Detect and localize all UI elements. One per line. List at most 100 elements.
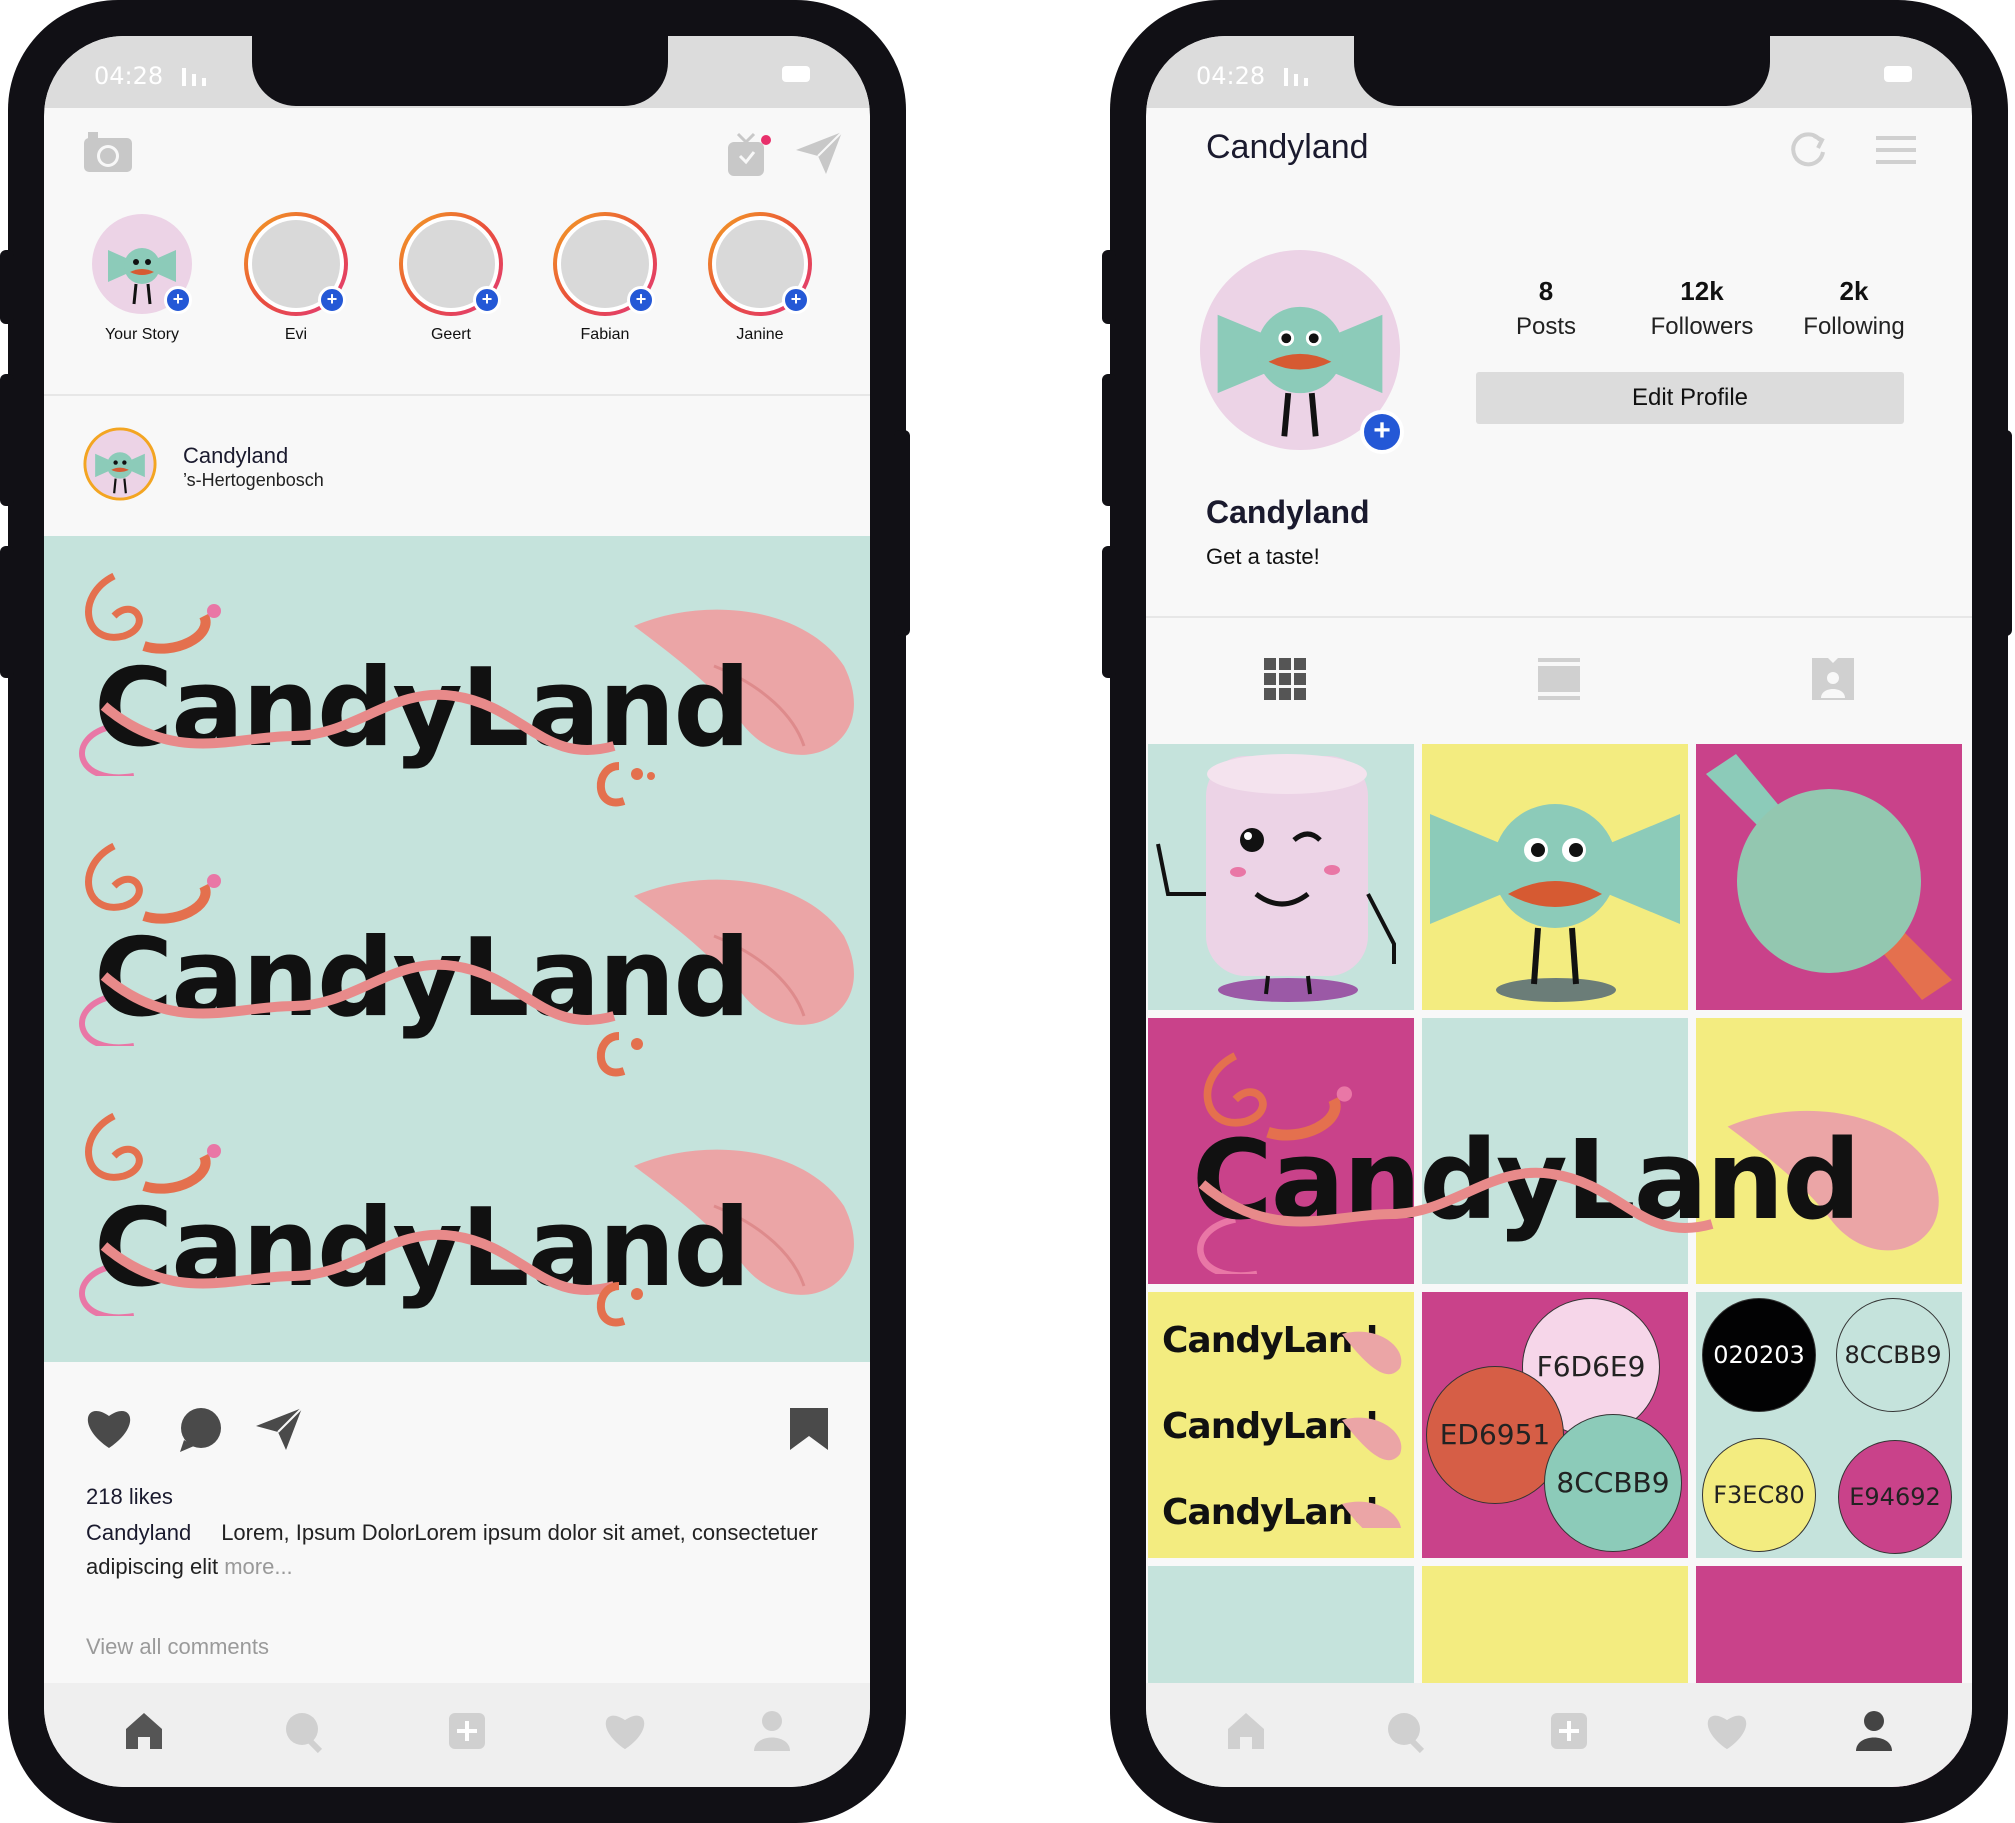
marshmallow-mascot-icon [1156,754,1396,1002]
search-icon[interactable] [284,1711,326,1753]
phone-left: 04:28 + Your Story + Evi + Geert + Fabia… [8,0,906,1823]
post-avatar[interactable] [82,426,158,502]
profile-header-title: Candyland [1206,128,1369,166]
ribbon-decoration-icon [100,959,616,1026]
activity-heart-icon[interactable] [1704,1711,1750,1751]
refresh-icon[interactable] [1788,130,1828,170]
battery-icon [782,66,810,82]
story-your-story[interactable]: + Your Story [80,212,204,344]
add-post-icon[interactable] [447,1711,487,1751]
candy-mascot-icon [1430,804,1680,1002]
home-icon[interactable] [1226,1711,1266,1751]
activity-heart-icon[interactable] [602,1711,648,1751]
stat-value: 12k [1680,276,1724,306]
dot-swirl-icon [596,1282,643,1327]
side-button [0,250,14,324]
post-location[interactable]: ’s-Hertogenbosch [183,470,324,491]
profile-name: Candyland [1206,494,1370,530]
signal-icon [182,68,206,86]
bottom-nav [44,1683,870,1787]
add-story-icon[interactable]: + [164,286,192,314]
stat-followers[interactable]: 12k Followers [1622,276,1782,341]
mini-tongue-icon [1342,1331,1402,1528]
story-label: Evi [284,326,308,343]
story-label: Janine [736,326,784,343]
battery-icon [1884,66,1912,82]
add-icon: + [782,286,810,314]
post-caption: Candyland Lorem, Ipsum DolorLorem ipsum d… [86,1516,846,1584]
caption-username[interactable]: Candyland [86,1520,191,1545]
side-button [1996,430,2012,636]
add-icon: + [318,286,346,314]
likes-count[interactable]: 218 likes [86,1484,173,1510]
grid-post-candy[interactable] [1422,744,1688,1010]
grid-post-palette-a[interactable]: F6D6E9 ED6951 8CCBB9 [1422,1292,1688,1558]
side-button [1102,250,1116,324]
stat-value: 2k [1839,276,1869,306]
logo-band: CandyLand [44,536,870,807]
story-fabian[interactable]: + Fabian [543,212,667,344]
story-janine[interactable]: + Janine [698,212,822,344]
search-icon[interactable] [1386,1711,1428,1753]
swatch-020203: 020203 [1702,1298,1816,1412]
side-button [894,430,910,636]
view-comments-link[interactable]: View all comments [86,1634,269,1660]
swatch-e94692: E94692 [1838,1440,1952,1554]
swatch-8ccbb9: 8CCBB9 [1836,1298,1950,1412]
bottom-nav [1146,1683,1972,1787]
notch [1354,36,1770,106]
stat-value: 8 [1538,276,1554,306]
status-time: 04:28 [1196,62,1266,90]
add-story-icon[interactable]: + [1360,410,1404,454]
heart-icon[interactable] [84,1406,134,1450]
wrapped-candy-icon [1706,754,1952,1000]
story-geert[interactable]: + Geert [389,212,513,344]
add-icon: + [473,286,501,314]
grid-post-marshmallow[interactable] [1148,744,1414,1010]
story-label: Your Story [104,326,180,343]
share-icon[interactable] [254,1406,304,1452]
grid-post-wrapped-candy[interactable] [1696,744,1962,1010]
story-evi[interactable]: + Evi [234,212,358,344]
notch [252,36,668,106]
stat-label: Followers [1650,313,1754,340]
feed-tab-icon[interactable] [1538,658,1580,700]
edit-profile-button[interactable]: Edit Profile [1476,372,1904,424]
menu-icon[interactable] [1876,134,1916,166]
stat-posts[interactable]: 8 Posts [1486,276,1606,341]
add-post-icon[interactable] [1549,1711,1589,1751]
stat-following[interactable]: 2k Following [1774,276,1934,341]
grid-post-logo-repeat[interactable]: CandyLand CandyLand CandyLand [1148,1292,1414,1558]
send-icon[interactable] [794,130,844,176]
signal-icon [1284,68,1308,86]
grid-post-palette-b[interactable]: 020203 8CCBB9 F3EC80 E94692 [1696,1292,1962,1558]
profile-icon[interactable] [1854,1709,1894,1751]
home-icon[interactable] [124,1711,164,1751]
swatch-f3ec80: F3EC80 [1702,1438,1816,1552]
logo-band: CandyLand [44,806,870,1077]
ribbon-decoration-icon [100,689,616,756]
logo-band: CandyLand [44,1076,870,1346]
comment-icon[interactable] [176,1406,224,1454]
swatch-8ccbb9: 8CCBB9 [1544,1414,1682,1552]
caption-text: Lorem, Ipsum DolorLorem ipsum dolor sit … [86,1520,818,1579]
post-image[interactable]: CandyLand CandyLand CandyLand [44,536,870,1362]
profile-icon[interactable] [752,1709,792,1751]
bookmark-icon[interactable] [788,1406,830,1452]
posts-grid: CandyLand CandyLand CandyLand CandyLand … [1148,744,1972,1787]
side-button [1102,374,1116,506]
igtv-icon[interactable] [724,130,774,180]
status-time: 04:28 [94,62,164,90]
phone-right: 04:28 Candyland + 8 Posts 12k Followers … [1110,0,2008,1823]
profile-avatar[interactable]: + [1198,248,1404,454]
side-button [0,546,14,678]
stories-divider [44,394,870,396]
add-icon: + [627,286,655,314]
camera-icon[interactable] [82,130,134,174]
grid-tab-icon[interactable] [1264,658,1306,700]
caption-more-link[interactable]: more... [224,1554,292,1579]
feed-screen: 04:28 + Your Story + Evi + Geert + Fabia… [44,36,870,1787]
story-label: Fabian [580,326,630,343]
post-account-name[interactable]: Candyland [183,443,288,469]
tagged-tab-icon[interactable] [1812,658,1854,700]
